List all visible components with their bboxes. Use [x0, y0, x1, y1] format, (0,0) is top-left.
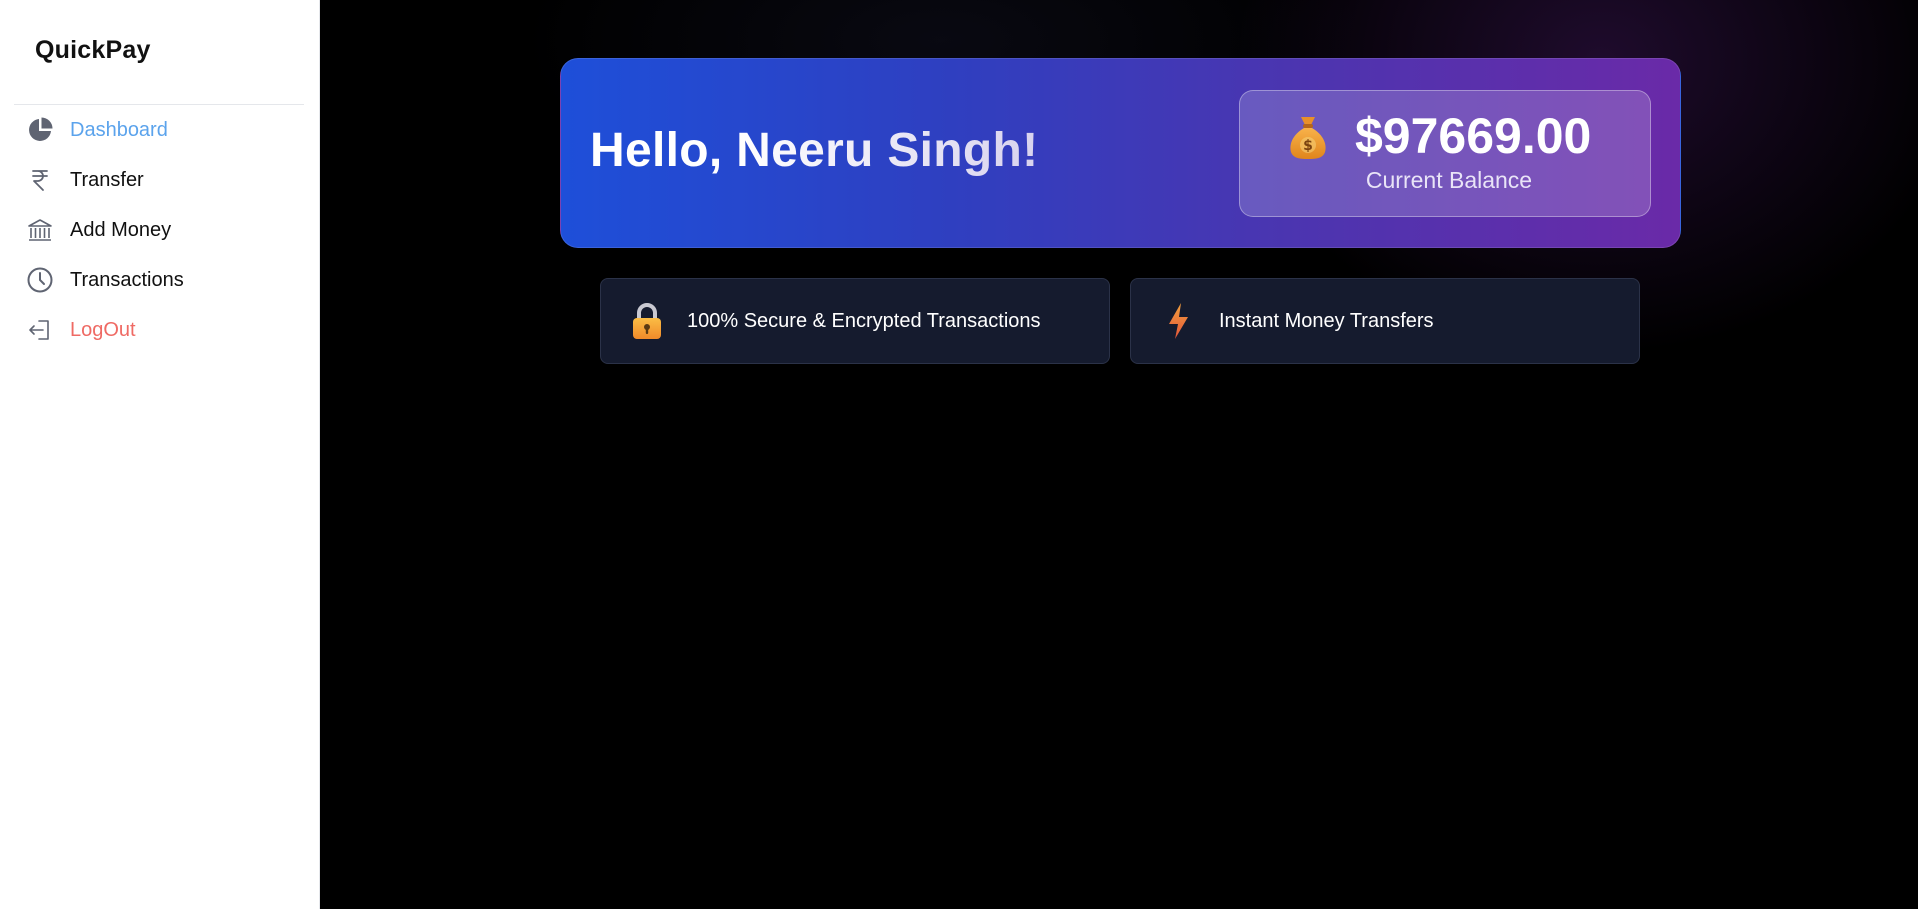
balance-amount: $97669.00 [1355, 108, 1592, 164]
sidebar-item-dashboard[interactable]: Dashboard [0, 105, 320, 155]
lock-icon [629, 301, 665, 341]
balance-label: Current Balance [1365, 167, 1533, 193]
sidebar: QuickPay Dashboard Transfer Add Money Tr… [0, 0, 320, 909]
sidebar-item-label: Transactions [70, 268, 184, 291]
feature-label: Instant Money Transfers [1219, 309, 1434, 332]
feature-instant-card: Instant Money Transfers [1130, 278, 1640, 364]
balance-card: $ $97669.00 Current Balance [1239, 90, 1651, 217]
money-bag-icon: $ [1286, 113, 1330, 161]
sidebar-item-transfer[interactable]: Transfer [0, 155, 320, 205]
main-content: Hello, Neeru Singh! $ $97669.00 Current … [321, 0, 1918, 909]
rupee-icon [26, 166, 54, 194]
sidebar-item-transactions[interactable]: Transactions [0, 255, 320, 305]
welcome-banner: Hello, Neeru Singh! $ $97669.00 Current … [560, 58, 1681, 248]
user-name: Neeru Singh! [736, 124, 1039, 177]
clock-icon [26, 266, 54, 294]
feature-secure-card: 100% Secure & Encrypted Transactions [600, 278, 1110, 364]
lightning-icon [1161, 301, 1197, 341]
sidebar-item-logout[interactable]: LogOut [0, 305, 320, 355]
greeting-heading: Hello, Neeru Singh! [590, 123, 1038, 178]
bank-icon [26, 216, 54, 244]
sidebar-item-label: Add Money [70, 218, 172, 241]
svg-text:$: $ [1303, 138, 1313, 154]
brand-logo[interactable]: QuickPay [35, 36, 151, 65]
feature-label: 100% Secure & Encrypted Transactions [687, 309, 1041, 332]
sidebar-item-label: Transfer [70, 168, 144, 191]
sidebar-item-label: LogOut [70, 318, 136, 341]
logout-icon [26, 316, 54, 344]
sidebar-item-label: Dashboard [70, 118, 168, 141]
pie-chart-icon [26, 116, 54, 144]
greeting-prefix: Hello, [590, 124, 737, 177]
sidebar-item-add-money[interactable]: Add Money [0, 205, 320, 255]
sidebar-nav: Dashboard Transfer Add Money Transaction… [0, 105, 320, 355]
